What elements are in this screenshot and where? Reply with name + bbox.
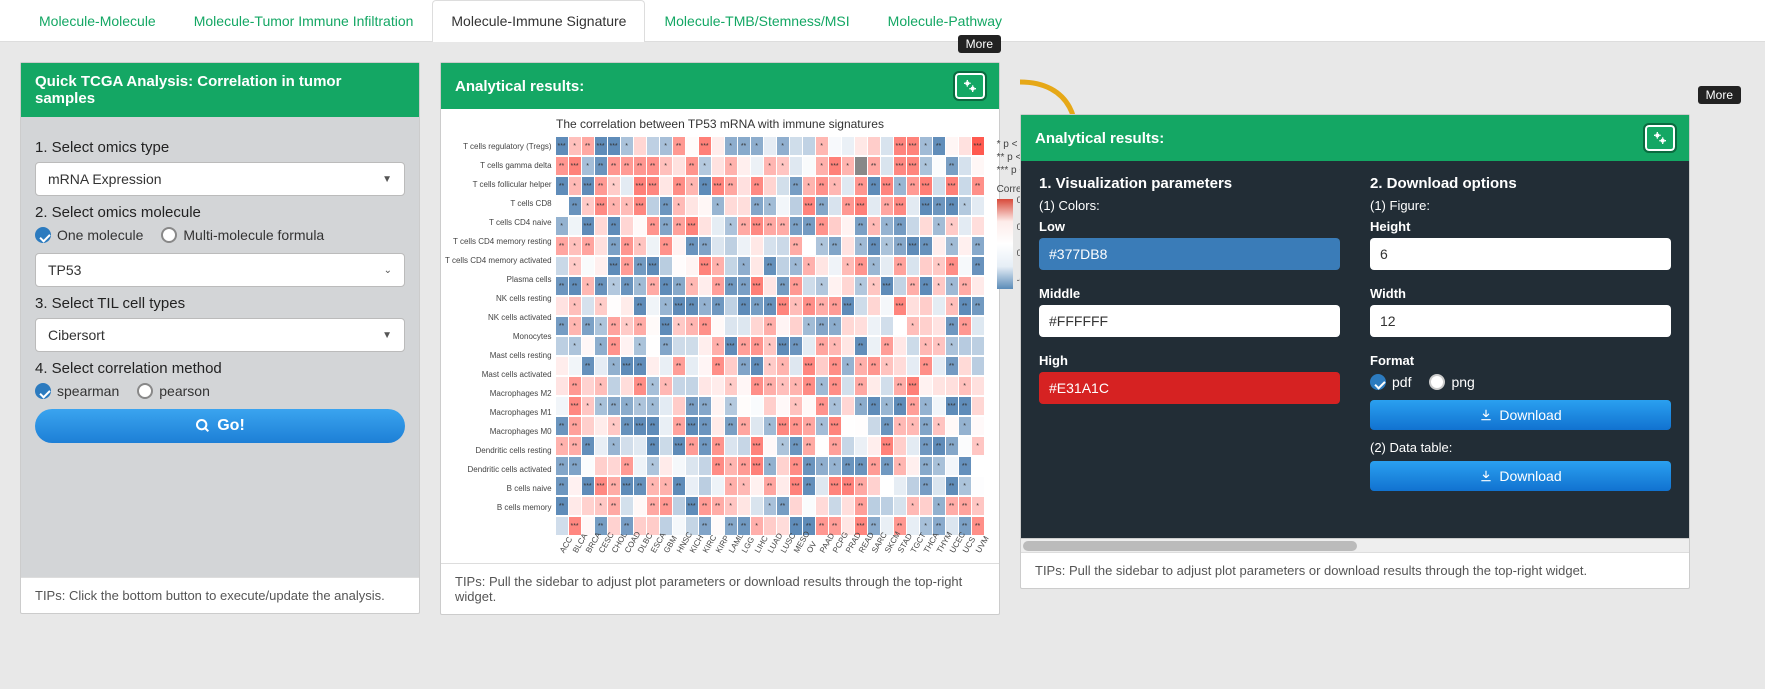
high-color-input[interactable]	[1039, 372, 1340, 404]
middle-color-input[interactable]	[1039, 305, 1340, 337]
download-figure-button[interactable]: Download	[1370, 400, 1671, 430]
radio-format-pdf[interactable]: pdf	[1370, 374, 1411, 390]
molecule-select[interactable]: TP53 ⌄	[35, 253, 405, 287]
omics-type-select[interactable]: mRNA Expression ▼	[35, 162, 405, 196]
tab-molecule-tmb-stemness-msi[interactable]: Molecule-TMB/Stemness/MSI	[645, 0, 868, 41]
gears-icon	[1652, 130, 1668, 146]
omics-type-value: mRNA Expression	[48, 171, 162, 187]
radio-one-molecule[interactable]: One molecule	[35, 227, 143, 243]
til-type-select[interactable]: Cibersort ▼	[35, 318, 405, 352]
more-tooltip: More	[1698, 86, 1741, 104]
height-label: Height	[1370, 219, 1671, 234]
settings-gear-button[interactable]	[955, 73, 985, 99]
chevron-down-icon: ⌄	[384, 265, 392, 276]
results-panel-title: Analytical results:	[455, 78, 584, 95]
molecule-value: TP53	[48, 262, 81, 278]
width-input[interactable]	[1370, 305, 1671, 337]
figure-label: (1) Figure:	[1370, 198, 1671, 213]
results-panel-tips: TIPs: Pull the sidebar to adjust plot pa…	[441, 563, 999, 614]
omics-type-label: 1. Select omics type	[35, 139, 405, 156]
settings-panel: Analytical results: 1. Visualization par…	[1020, 114, 1690, 589]
radio-unchecked-icon	[161, 227, 177, 243]
radio-pearson[interactable]: pearson	[137, 383, 210, 399]
tab-molecule-molecule[interactable]: Molecule-Molecule	[20, 0, 175, 41]
radio-checked-icon	[1370, 374, 1386, 390]
radio-checked-icon	[35, 227, 51, 243]
tab-molecule-immune-infiltration[interactable]: Molecule-Tumor Immune Infiltration	[175, 0, 433, 41]
width-label: Width	[1370, 286, 1671, 301]
settings-gear-button[interactable]	[1645, 125, 1675, 151]
viz-params-heading: 1. Visualization parameters	[1039, 175, 1340, 192]
download-options-heading: 2. Download options	[1370, 175, 1671, 192]
config-panel-tips: TIPs: Click the bottom button to execute…	[21, 577, 419, 613]
download-icon	[1479, 469, 1493, 483]
til-type-value: Cibersort	[48, 327, 105, 343]
til-types-label: 3. Select TIL cell types	[35, 295, 405, 312]
height-input[interactable]	[1370, 238, 1671, 270]
colorbar	[997, 199, 1013, 289]
radio-unchecked-icon	[1429, 374, 1445, 390]
colors-label: (1) Colors:	[1039, 198, 1340, 213]
high-color-label: High	[1039, 353, 1340, 368]
settings-panel-tips: TIPs: Pull the sidebar to adjust plot pa…	[1021, 552, 1689, 588]
settings-panel-title: Analytical results:	[1035, 130, 1164, 147]
horizontal-scrollbar[interactable]	[1021, 538, 1689, 552]
radio-unchecked-icon	[137, 383, 153, 399]
heatmap-chart: T cells regulatory (Tregs)T cells gamma …	[445, 137, 987, 559]
radio-checked-icon	[35, 383, 51, 399]
low-color-label: Low	[1039, 219, 1340, 234]
middle-color-label: Middle	[1039, 286, 1340, 301]
analysis-config-panel: Quick TCGA Analysis: Correlation in tumo…	[20, 62, 420, 614]
download-table-button[interactable]: Download	[1370, 461, 1671, 491]
download-icon	[1479, 408, 1493, 422]
radio-multi-molecule[interactable]: Multi-molecule formula	[161, 227, 324, 243]
search-icon	[195, 418, 211, 434]
go-button[interactable]: Go!	[35, 409, 405, 443]
heatmap-title: The correlation between TP53 mRNA with i…	[445, 117, 995, 131]
more-tooltip: More	[958, 35, 1001, 53]
radio-spearman[interactable]: spearman	[35, 383, 119, 399]
omics-molecule-label: 2. Select omics molecule	[35, 204, 405, 221]
corr-method-label: 4. Select correlation method	[35, 360, 405, 377]
caret-down-icon: ▼	[382, 330, 392, 341]
gears-icon	[962, 78, 978, 94]
data-table-label: (2) Data table:	[1370, 440, 1671, 455]
low-color-input[interactable]	[1039, 238, 1340, 270]
format-label: Format	[1370, 353, 1671, 368]
radio-format-png[interactable]: png	[1429, 374, 1474, 390]
results-panel: More Analytical results: The correlation…	[440, 62, 1000, 615]
nav-tabs: Molecule-Molecule Molecule-Tumor Immune …	[0, 0, 1765, 42]
caret-down-icon: ▼	[382, 174, 392, 185]
tab-molecule-immune-signature[interactable]: Molecule-Immune Signature	[432, 0, 645, 42]
config-panel-header: Quick TCGA Analysis: Correlation in tumo…	[21, 63, 419, 117]
